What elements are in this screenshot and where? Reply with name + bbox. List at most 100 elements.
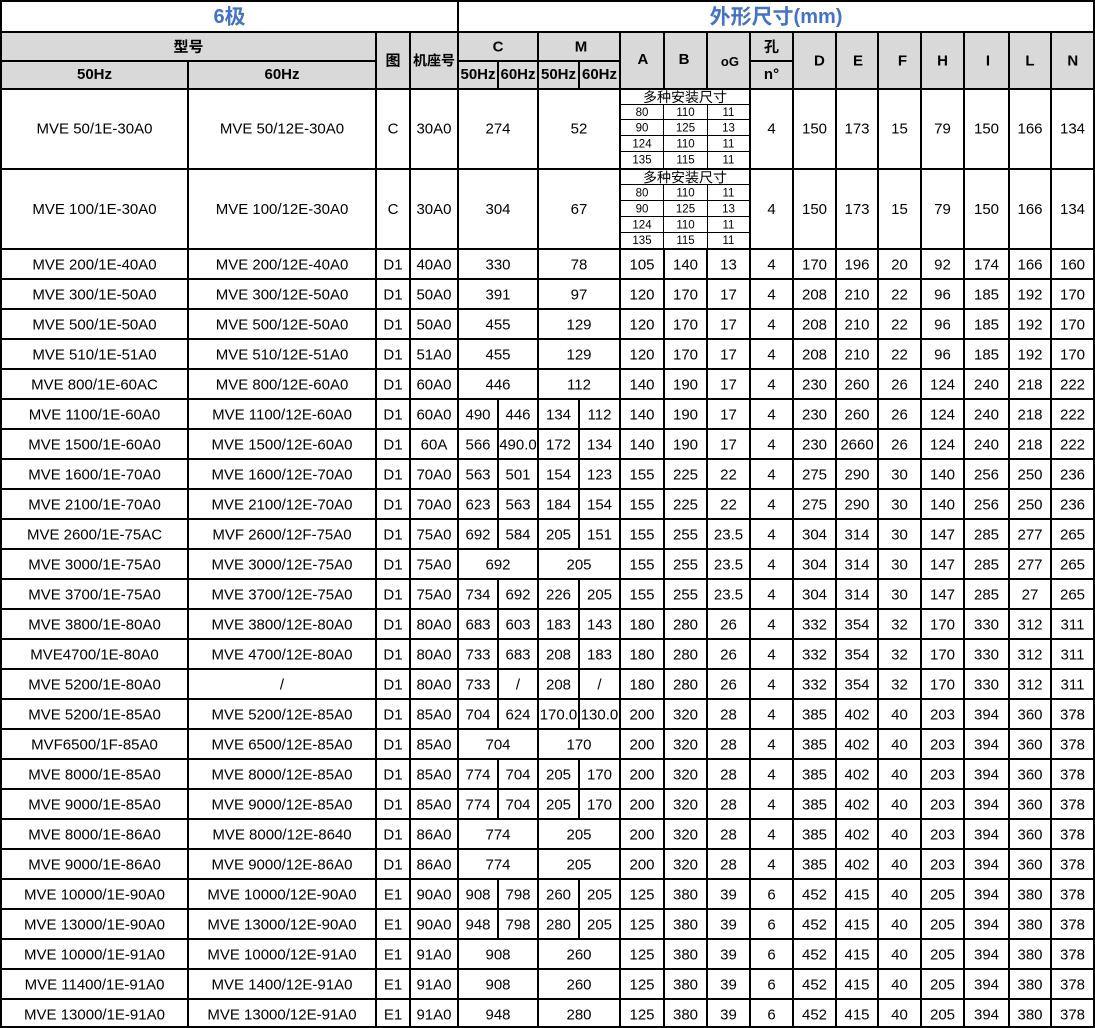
svg-text:D1: D1 [383,256,402,273]
svg-text:255: 255 [673,586,698,603]
svg-text:260: 260 [566,976,591,993]
svg-text:380: 380 [673,1006,698,1023]
svg-text:908: 908 [485,976,510,993]
svg-text:80A0: 80A0 [416,676,451,693]
svg-text:490.0: 490.0 [499,436,537,453]
svg-text:D1: D1 [383,826,402,843]
svg-text:311: 311 [1061,646,1085,663]
svg-text:394: 394 [974,826,999,843]
svg-text:394: 394 [974,976,999,993]
svg-text:60Hz: 60Hz [500,66,535,83]
svg-text:320: 320 [673,826,698,843]
svg-text:304: 304 [485,201,510,218]
svg-text:208: 208 [546,646,571,663]
svg-text:134: 134 [546,406,571,423]
svg-text:360: 360 [1017,826,1042,843]
svg-text:140: 140 [629,436,654,453]
svg-text:154: 154 [587,496,612,513]
svg-text:75A0: 75A0 [416,526,451,543]
svg-text:208: 208 [802,286,827,303]
svg-text:134: 134 [1060,201,1085,218]
svg-text:4: 4 [767,616,775,633]
svg-text:MVE 9000/1E-86A0: MVE 9000/1E-86A0 [28,856,161,873]
svg-text:60Hz: 60Hz [582,66,617,83]
svg-text:79: 79 [934,201,951,218]
svg-text:170: 170 [930,676,955,693]
svg-text:170: 170 [566,736,591,753]
svg-text:277: 277 [1017,526,1042,543]
svg-text:683: 683 [505,646,530,663]
svg-text:C: C [388,121,399,138]
svg-text:28: 28 [720,736,737,753]
svg-text:80A0: 80A0 [416,616,451,633]
svg-text:170.0: 170.0 [540,706,578,723]
svg-text:205: 205 [546,526,571,543]
svg-text:140: 140 [930,466,955,483]
svg-text:40: 40 [891,916,908,933]
svg-text:415: 415 [844,916,869,933]
svg-text:86A0: 86A0 [416,856,451,873]
svg-text:4: 4 [767,526,775,543]
svg-text:134: 134 [587,436,612,453]
svg-text:446: 446 [485,376,510,393]
svg-text:147: 147 [930,556,955,573]
svg-text:MVE 510/12E-51A0: MVE 510/12E-51A0 [216,346,349,363]
svg-text:255: 255 [673,526,698,543]
svg-text:17: 17 [720,346,737,363]
svg-text:91A0: 91A0 [416,976,451,993]
svg-text:280: 280 [673,676,698,693]
svg-text:80: 80 [636,187,649,199]
svg-text:MVE 13000/12E-91A0: MVE 13000/12E-91A0 [207,1006,356,1023]
svg-text:360: 360 [1017,736,1042,753]
svg-text:80A0: 80A0 [416,646,451,663]
svg-text:385: 385 [802,736,827,753]
svg-text:360: 360 [1017,796,1042,813]
svg-text:222: 222 [1060,376,1085,393]
svg-text:I: I [986,52,990,69]
svg-text:314: 314 [844,556,869,573]
svg-text:D1: D1 [383,796,402,813]
svg-text:11: 11 [723,139,735,151]
svg-text:MVE 6500/12E-85A0: MVE 6500/12E-85A0 [212,736,353,753]
svg-text:90A0: 90A0 [416,916,451,933]
svg-text:E1: E1 [384,976,402,993]
svg-text:30: 30 [891,586,908,603]
svg-text:120: 120 [629,286,654,303]
svg-text:185: 185 [974,286,999,303]
svg-text:380: 380 [673,976,698,993]
svg-text:402: 402 [844,796,869,813]
svg-text:265: 265 [1060,586,1085,603]
svg-text:6: 6 [767,976,775,993]
svg-text:394: 394 [974,766,999,783]
svg-text:80: 80 [636,107,649,119]
svg-text:190: 190 [673,436,698,453]
svg-text:380: 380 [1017,946,1042,963]
svg-text:394: 394 [974,706,999,723]
svg-text:4: 4 [767,676,775,693]
svg-text:170: 170 [587,796,612,813]
svg-text:124: 124 [632,139,652,151]
svg-text:260: 260 [844,406,869,423]
svg-text:124: 124 [930,406,955,423]
svg-text:97: 97 [571,286,588,303]
svg-text:692: 692 [465,526,490,543]
svg-text:205: 205 [566,556,591,573]
svg-text:6: 6 [767,886,775,903]
svg-text:A: A [637,51,648,68]
svg-text:360: 360 [1017,706,1042,723]
svg-text:F: F [898,52,907,69]
svg-text:185: 185 [974,316,999,333]
svg-text:E1: E1 [384,886,402,903]
svg-text:30: 30 [891,556,908,573]
svg-text:704: 704 [485,736,510,753]
svg-text:90: 90 [636,203,649,215]
svg-text:30: 30 [891,466,908,483]
svg-text:265: 265 [1060,556,1085,573]
svg-text:28: 28 [720,766,737,783]
svg-text:230: 230 [802,376,827,393]
svg-text:MVE 2100/12E-70A0: MVE 2100/12E-70A0 [212,496,353,513]
svg-text:15: 15 [891,201,908,218]
svg-text:452: 452 [802,946,827,963]
svg-text:948: 948 [465,916,490,933]
svg-text:226: 226 [546,586,571,603]
